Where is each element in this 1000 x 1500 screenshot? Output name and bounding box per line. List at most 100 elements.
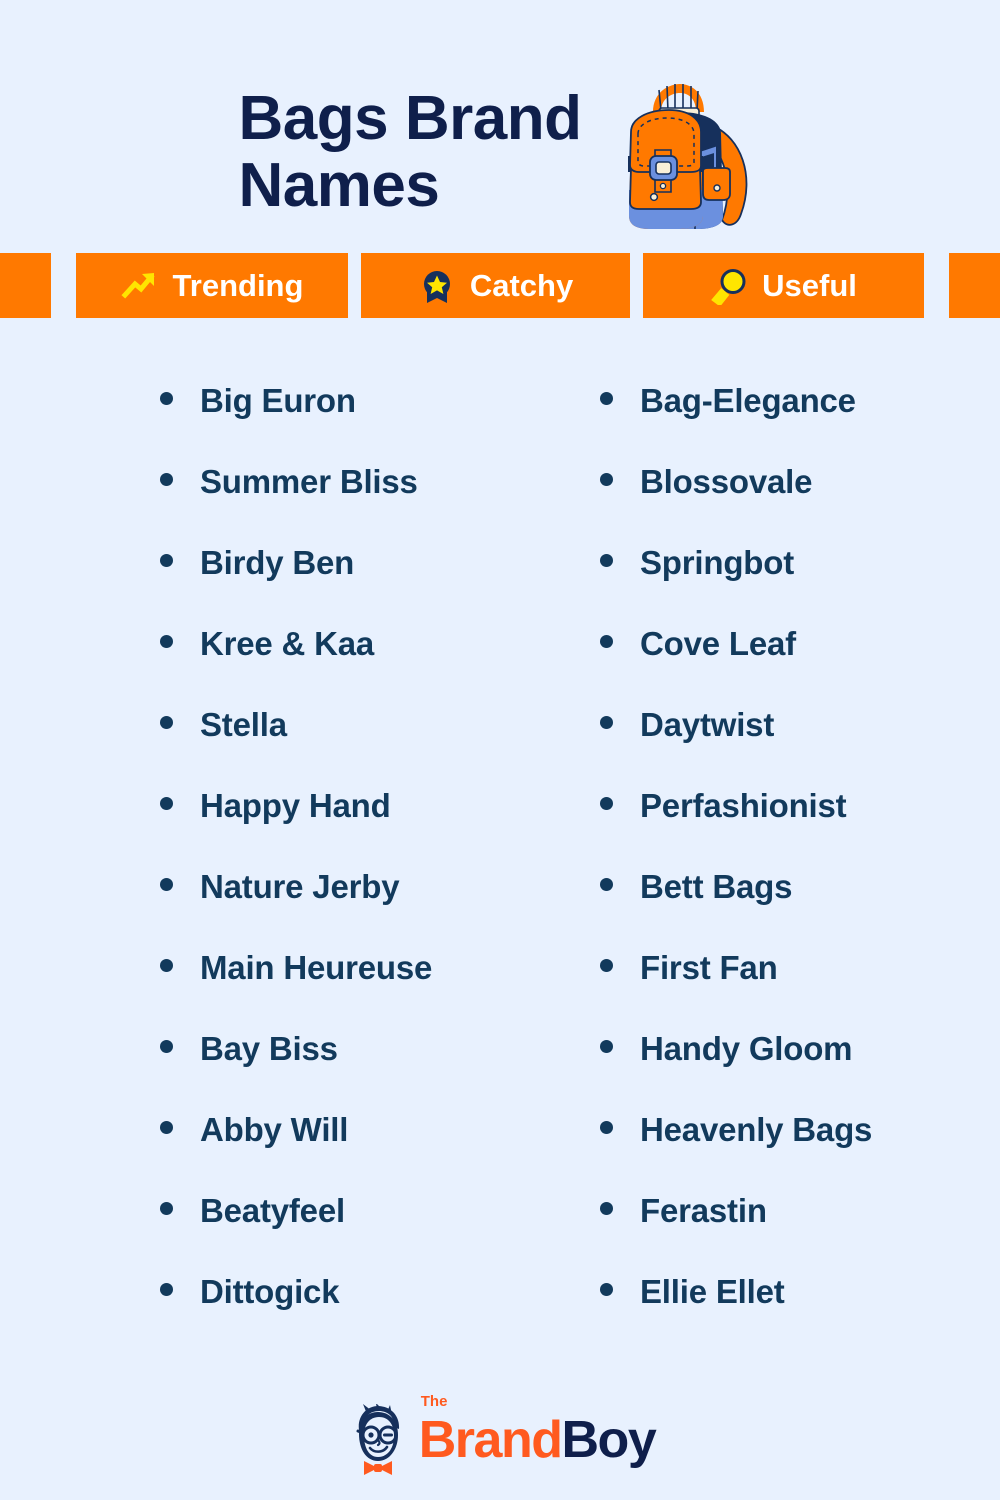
bullet-icon [160,473,173,486]
backpack-illustration [591,68,761,243]
logo-the-text: The [420,1393,448,1410]
brand-name: Birdy Ben [200,544,355,581]
magnifier-icon [710,267,748,305]
list-item: Cove Leaf [600,625,1000,706]
header-content: Bags Brand Names [239,62,762,243]
bullet-icon [160,1283,173,1296]
brand-name: Big Euron [200,382,356,419]
list-item: Perfashionist [600,787,1000,868]
bullet-icon [600,392,613,405]
bullet-icon [600,1040,613,1053]
brand-name: Heavenly Bags [640,1111,873,1148]
badge-catchy-label: Catchy [469,267,574,303]
list-item: First Fan [600,949,1000,1030]
list-item: Heavenly Bags [600,1111,1000,1192]
bullet-icon [600,878,613,891]
list-item: Handy Gloom [600,1030,1000,1111]
badge-edge-right [949,253,1000,318]
brand-name: Handy Gloom [640,1030,853,1067]
brand-name: Springbot [640,544,794,581]
bullet-icon [600,473,613,486]
bullet-icon [160,392,173,405]
page-header: Bags Brand Names [0,0,1000,253]
brand-name: Abby Will [200,1111,349,1148]
bullet-icon [160,635,173,648]
bullet-icon [600,1283,613,1296]
page-footer: The Brand Boy [0,1380,1000,1500]
brand-name: Beatyfeel [200,1192,345,1229]
brand-name: Kree & Kaa [200,625,375,662]
bullet-icon [600,716,613,729]
brand-names-left-column: Big Euron Summer Bliss Birdy Ben Kree & … [0,382,560,1380]
page-title: Bags Brand Names [238,83,582,220]
list-item: Bag-Elegance [600,382,1000,463]
brand-name: Perfashionist [640,787,847,824]
badge-trending-label: Trending [172,267,304,303]
bullet-icon [160,554,173,567]
list-item: Summer Bliss [160,463,560,544]
brand-name: Daytwist [640,706,775,743]
logo-brand-text: Brand [418,1411,563,1469]
brand-name: Bag-Elegance [640,382,856,419]
badge-edge-left [0,253,51,318]
brandboy-mascot-icon [345,1404,411,1476]
list-item: Beatyfeel [160,1192,560,1273]
brand-name: Stella [200,706,287,743]
bullet-icon [600,635,613,648]
bullet-icon [160,1040,173,1053]
bullet-icon [160,878,173,891]
badge-bar: Trending Catchy Useful [0,253,1000,318]
list-item: Stella [160,706,560,787]
trending-arrow-icon [121,267,159,305]
badge-useful[interactable]: Useful [643,253,924,318]
brand-name: Cove Leaf [640,625,796,662]
page-title-line-2: Names [238,150,440,220]
list-item: Dittogick [160,1273,560,1354]
list-item: Bett Bags [600,868,1000,949]
logo-boy-text: Boy [561,1411,657,1469]
brandboy-logo[interactable]: The Brand Boy [345,1394,657,1476]
brand-names-section: Big Euron Summer Bliss Birdy Ben Kree & … [0,318,1000,1380]
brand-name: Bay Biss [200,1030,338,1067]
bullet-icon [160,1202,173,1215]
bullet-icon [160,959,173,972]
bullet-icon [600,959,613,972]
list-item: Ferastin [600,1192,1000,1273]
list-item: Kree & Kaa [160,625,560,706]
brand-name: Dittogick [200,1273,340,1310]
brand-name: Bett Bags [640,868,793,905]
brand-name: Main Heureuse [200,949,433,986]
bullet-icon [600,1202,613,1215]
bullet-icon [600,554,613,567]
badge-trending[interactable]: Trending [76,253,348,318]
bullet-icon [160,1121,173,1134]
list-item: Main Heureuse [160,949,560,1030]
list-item: Springbot [600,544,1000,625]
page-title-line-1: Bags Brand [238,83,582,153]
list-item: Birdy Ben [160,544,560,625]
bullet-icon [600,797,613,810]
brandboy-wordmark: The Brand Boy [418,1394,657,1469]
brand-name: First Fan [640,949,778,986]
list-item: Daytwist [600,706,1000,787]
bullet-icon [160,716,173,729]
brand-name: Happy Hand [200,787,391,824]
list-item: Happy Hand [160,787,560,868]
brand-names-right-column: Bag-Elegance Blossovale Springbot Cove L… [560,382,1000,1380]
brand-name: Nature Jerby [200,868,400,905]
brand-name: Blossovale [640,463,813,500]
bullet-icon [160,797,173,810]
list-item: Ellie Ellet [600,1273,1000,1354]
brand-name: Ferastin [640,1192,767,1229]
bullet-icon [600,1121,613,1134]
brand-name: Summer Bliss [200,463,418,500]
list-item: Nature Jerby [160,868,560,949]
badge-catchy[interactable]: Catchy [361,253,630,318]
list-item: Big Euron [160,382,560,463]
badge-useful-label: Useful [762,267,857,303]
brand-name: Ellie Ellet [640,1273,785,1310]
list-item: Abby Will [160,1111,560,1192]
award-medal-star-icon [418,267,456,305]
list-item: Blossovale [600,463,1000,544]
list-item: Bay Biss [160,1030,560,1111]
